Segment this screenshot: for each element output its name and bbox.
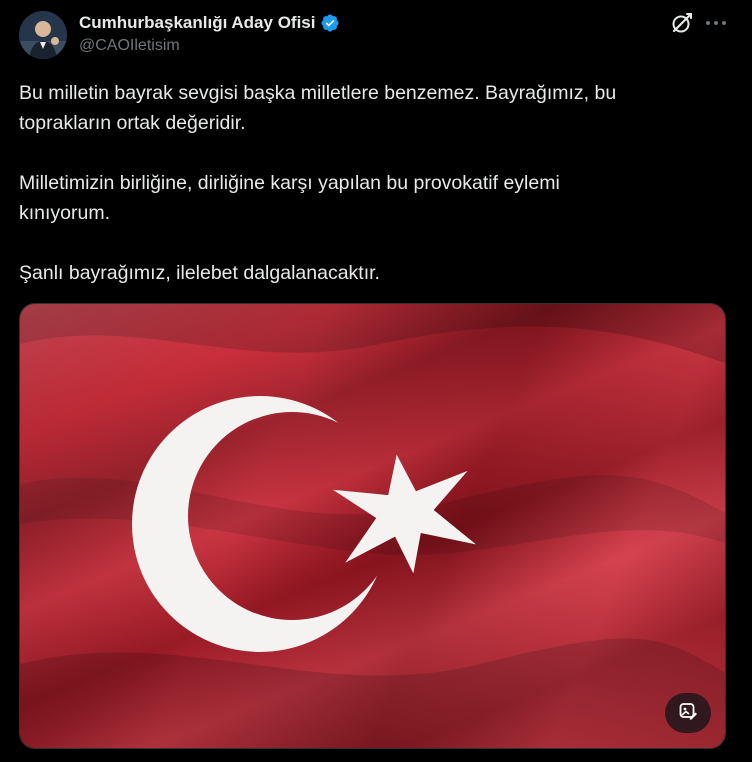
image-edit-icon bbox=[678, 701, 698, 726]
more-icon[interactable] bbox=[704, 10, 728, 36]
avatar[interactable] bbox=[19, 11, 67, 59]
tweet-text: Bu milletin bayrak sevgisi başka milletl… bbox=[19, 82, 617, 284]
flag-emblem bbox=[20, 304, 725, 748]
grok-icon[interactable] bbox=[669, 10, 695, 36]
avatar-image bbox=[19, 11, 67, 59]
tweet-media[interactable] bbox=[19, 303, 726, 749]
author-name-row[interactable]: Cumhurbaşkanlığı Aday Ofisi bbox=[79, 11, 340, 35]
verified-badge-icon[interactable] bbox=[320, 13, 340, 33]
author-handle[interactable]: @CAOIletisim bbox=[79, 37, 180, 55]
image-edit-button[interactable] bbox=[665, 693, 711, 733]
author-display-name[interactable]: Cumhurbaşkanlığı Aday Ofisi bbox=[79, 13, 315, 33]
